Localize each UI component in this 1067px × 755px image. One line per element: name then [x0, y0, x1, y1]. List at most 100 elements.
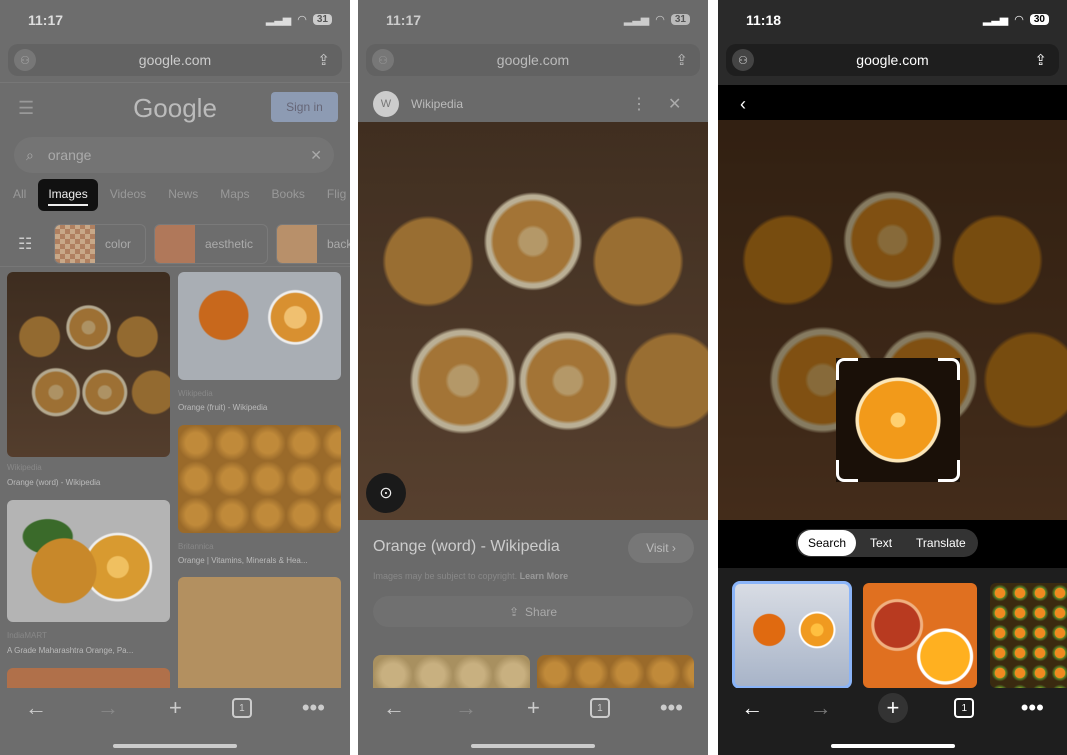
incognito-icon[interactable]: ⚇: [732, 49, 754, 71]
result-image[interactable]: [178, 272, 341, 380]
google-lens-screen: 11:18 ▂▃▅ ◠ 30 ⚇ google.com ⇪ ‹ Search Tex…: [718, 0, 1067, 755]
back-icon[interactable]: ←: [383, 695, 405, 721]
mode-translate[interactable]: Translate: [906, 530, 976, 556]
visual-match-thumbnail[interactable]: [990, 583, 1067, 688]
status-time: 11:17: [28, 12, 64, 28]
status-icons: ▂▃▅ ◠ 31: [624, 13, 690, 26]
tab-maps[interactable]: Maps: [220, 187, 249, 203]
more-icon[interactable]: •••: [302, 695, 325, 721]
status-time: 11:18: [746, 12, 782, 28]
result-title[interactable]: Orange (word) - Wikipedia: [7, 478, 100, 487]
signal-icon: ▂▃▅: [623, 14, 650, 26]
filter-icon[interactable]: ☷: [18, 234, 32, 254]
share-icon[interactable]: ⇪: [675, 51, 688, 69]
chip-row: color aesthetic back: [54, 224, 350, 264]
tab-switcher-button[interactable]: 1: [954, 698, 975, 718]
mode-search[interactable]: Search: [798, 530, 857, 556]
tab-videos[interactable]: Videos: [110, 187, 146, 203]
url-text: google.com: [138, 52, 212, 68]
visual-match-thumbnail[interactable]: [732, 581, 852, 689]
battery-icon: 31: [312, 14, 332, 25]
url-bar[interactable]: ⚇ google.com ⇪: [366, 44, 700, 76]
bottom-toolbar: ← → +1 •••: [0, 688, 350, 728]
signal-icon: ▂▃▅: [982, 14, 1009, 26]
wifi-icon: ◠: [297, 14, 307, 26]
visit-button[interactable]: Visit ›: [628, 533, 694, 563]
result-title[interactable]: Orange (fruit) - Wikipedia: [178, 403, 267, 412]
wifi-icon: ◠: [655, 14, 665, 26]
clear-icon[interactable]: ✕: [310, 147, 322, 164]
selection-box[interactable]: [836, 358, 960, 482]
bottom-toolbar: ← → +1 •••: [718, 688, 1067, 728]
sign-in-button[interactable]: Sign in: [271, 92, 338, 122]
chip-background[interactable]: back: [276, 224, 350, 264]
close-icon[interactable]: ✕: [668, 94, 681, 114]
home-indicator: [471, 744, 595, 748]
share-icon[interactable]: ⇪: [1034, 51, 1047, 69]
tab-images[interactable]: Images: [38, 179, 98, 211]
forward-icon[interactable]: →: [455, 695, 477, 721]
battery-icon: 31: [670, 14, 690, 25]
result-source: Wikipedia: [7, 463, 42, 472]
lens-icon: ⊙: [379, 485, 393, 502]
learn-more-link[interactable]: Learn More: [520, 571, 569, 581]
preview-title: Orange (word) - Wikipedia: [373, 538, 560, 555]
more-icon[interactable]: •••: [660, 695, 683, 721]
back-icon[interactable]: ←: [741, 695, 763, 721]
visual-match-thumbnail[interactable]: [863, 583, 977, 688]
result-image[interactable]: [7, 272, 170, 457]
more-vert-icon[interactable]: ⋮: [631, 94, 647, 114]
preview-image[interactable]: [358, 122, 708, 520]
status-time: 11:17: [386, 12, 422, 28]
status-icons: ▂▃▅ ◠ 30: [983, 13, 1049, 26]
lens-mode-switch: Search Text Translate: [796, 529, 978, 557]
home-indicator: [113, 744, 237, 748]
tab-books[interactable]: Books: [272, 187, 305, 203]
new-tab-icon[interactable]: +: [877, 693, 908, 723]
new-tab-icon[interactable]: +: [527, 695, 540, 721]
result-image[interactable]: [7, 500, 170, 622]
home-indicator: [830, 744, 955, 748]
wikipedia-icon: W: [373, 91, 399, 117]
bottom-toolbar: ← → +1 •••: [358, 688, 708, 728]
search-tabs: All Images Videos News Maps Books Flig: [13, 179, 346, 211]
chip-color[interactable]: color: [54, 224, 146, 264]
battery-icon: 30: [1029, 14, 1049, 25]
forward-icon[interactable]: →: [97, 695, 119, 721]
tab-news[interactable]: News: [168, 187, 198, 203]
url-text: google.com: [496, 52, 570, 68]
tab-flights[interactable]: Flig: [327, 187, 346, 203]
tab-switcher-button[interactable]: 1: [589, 698, 610, 718]
google-search-screen: 11:17 ▂▃▅ ◠ 31 ⚇ google.com ⇪ ☰ Google Sig…: [0, 0, 350, 755]
mode-text[interactable]: Text: [856, 530, 906, 556]
search-icon: ⌕: [26, 146, 34, 163]
source-name[interactable]: Wikipedia: [411, 97, 463, 111]
incognito-icon[interactable]: ⚇: [372, 49, 394, 71]
url-bar[interactable]: ⚇ google.com ⇪: [8, 44, 342, 76]
share-icon[interactable]: ⇪: [317, 51, 330, 69]
incognito-icon[interactable]: ⚇: [14, 49, 36, 71]
lens-button[interactable]: ⊙: [366, 473, 406, 513]
result-source: Wikipedia: [178, 389, 213, 398]
forward-icon[interactable]: →: [810, 695, 832, 721]
search-input[interactable]: ⌕ orange ✕: [14, 137, 334, 173]
signal-icon: ▂▃▅: [265, 14, 292, 26]
more-icon[interactable]: •••: [1021, 695, 1044, 721]
share-button[interactable]: ⇪ Share: [373, 596, 693, 627]
back-icon[interactable]: ←: [25, 695, 47, 721]
back-icon[interactable]: ‹: [740, 94, 746, 115]
result-title[interactable]: Orange | Vitamins, Minerals & Hea...: [178, 556, 308, 565]
result-source: Britannica: [178, 542, 214, 551]
result-title[interactable]: A Grade Maharashtra Orange, Pa...: [7, 646, 133, 655]
tab-switcher-button[interactable]: 1: [231, 698, 252, 718]
chip-aesthetic[interactable]: aesthetic: [154, 224, 268, 264]
share-icon: ⇪: [508, 604, 520, 619]
new-tab-icon[interactable]: +: [169, 695, 182, 721]
result-source: IndiaMART: [7, 631, 47, 640]
url-bar[interactable]: ⚇ google.com ⇪: [726, 44, 1059, 76]
search-value: orange: [47, 147, 92, 163]
tab-all[interactable]: All: [13, 187, 26, 203]
result-image[interactable]: [178, 425, 341, 533]
image-preview-screen: 11:17 ▂▃▅ ◠ 31 ⚇ google.com ⇪ W Wikipedia …: [358, 0, 708, 755]
status-icons: ▂▃▅ ◠ 31: [266, 13, 332, 26]
